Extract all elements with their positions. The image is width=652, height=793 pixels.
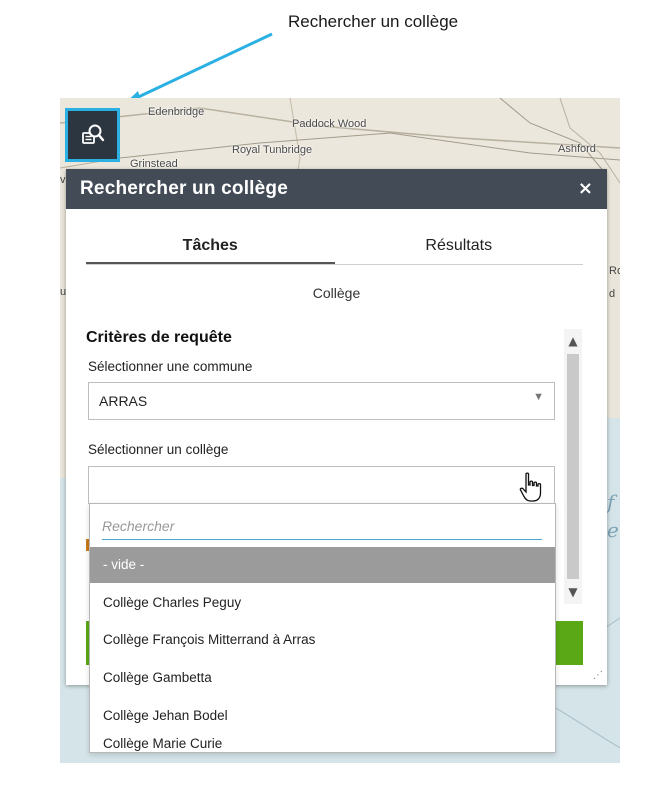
map-edge-label: Ro [609, 265, 620, 277]
college-label: Sélectionner un collège [88, 442, 229, 457]
map-edge-label: d [609, 288, 616, 300]
map-edge-label: v [60, 174, 66, 186]
dropdown-option[interactable]: Collège Jehan Bodel [90, 698, 555, 734]
search-icon [81, 124, 104, 144]
college-dropdown: Rechercher - vide - Collège Charles Pegu… [89, 503, 556, 753]
scroll-thumb[interactable] [567, 354, 579, 579]
college-select[interactable] [88, 466, 555, 504]
town-label: Edenbridge [148, 106, 205, 118]
panel-header: Rechercher un collège × [66, 169, 607, 209]
resize-grip-icon[interactable]: ⋰ [593, 670, 603, 681]
scroll-up-icon[interactable]: ▲ [564, 331, 582, 351]
map-edge-label: f [607, 490, 615, 514]
commune-select[interactable]: ARRAS ▼ [88, 382, 555, 420]
commune-label: Sélectionner une commune [88, 359, 253, 374]
section-title: Collège [312, 285, 361, 301]
dropdown-search-input[interactable]: Rechercher [102, 512, 542, 540]
town-label: Royal Tunbridge [232, 144, 313, 156]
scroll-down-icon[interactable]: ▼ [564, 582, 582, 602]
criteria-heading: Critères de requête [86, 329, 232, 346]
dropdown-option[interactable]: Collège Gambetta [90, 660, 555, 696]
hand-cursor-icon [519, 472, 542, 502]
panel-title: Rechercher un collège [80, 178, 288, 199]
commune-value: ARRAS [99, 393, 148, 409]
dropdown-option[interactable]: Collège François Mitterrand à Arras [90, 622, 555, 658]
chevron-down-icon: ▼ [533, 391, 544, 403]
map-edge-label: e [607, 518, 619, 542]
panel-scrollbar[interactable]: ▲ ▼ [564, 329, 582, 604]
close-button[interactable]: × [578, 180, 593, 198]
town-label: Paddock Wood [292, 118, 367, 130]
tab-resultats[interactable]: Résultats [335, 233, 584, 264]
tab-bar: Tâches Résultats [86, 233, 583, 265]
tab-taches[interactable]: Tâches [86, 233, 335, 264]
dropdown-option[interactable]: - vide - [90, 547, 555, 583]
search-tool-button[interactable] [65, 108, 120, 162]
dropdown-option[interactable]: Collège Charles Peguy [90, 585, 555, 621]
town-label: Ashford [558, 143, 596, 155]
annotation-label: Rechercher un collège [288, 12, 459, 31]
dropdown-option[interactable]: Collège Marie Curie [90, 736, 555, 754]
